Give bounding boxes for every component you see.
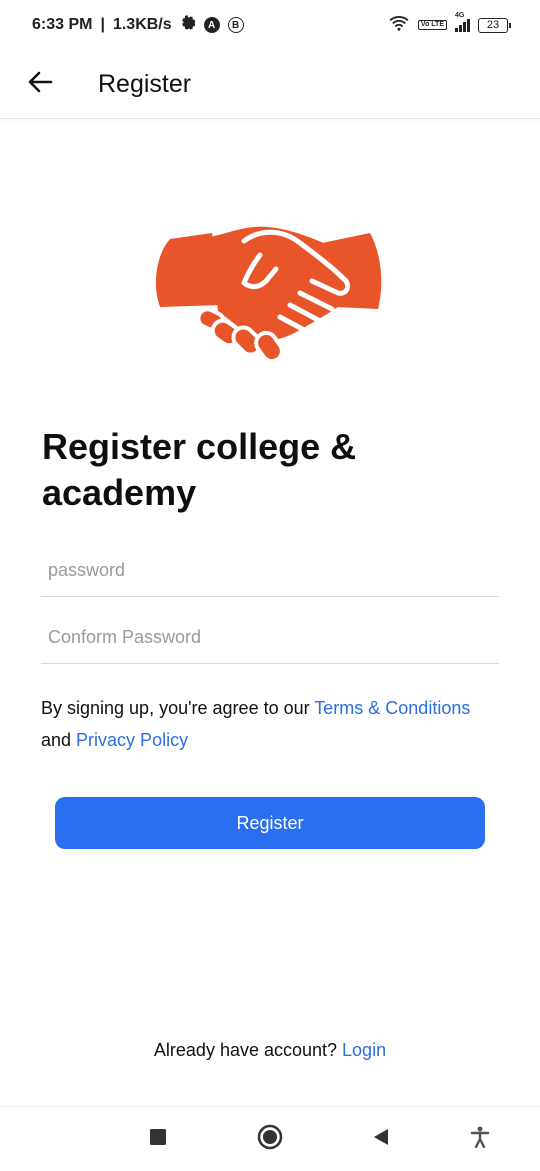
headline-line-1: Register college &	[42, 426, 357, 467]
login-prompt: Already have account?	[153, 1040, 343, 1060]
register-button[interactable]: Register	[55, 797, 485, 849]
password-field[interactable]	[41, 545, 499, 596]
arrow-left-icon	[27, 70, 53, 99]
wifi-icon	[388, 15, 410, 36]
status-bar: 6:33 PM | 1.3KB/s A B Vo LTE 4G 23	[0, 0, 540, 50]
app-bar: Register	[0, 50, 540, 119]
page-title: Register	[98, 69, 192, 98]
headline: Register college & academy	[42, 424, 502, 516]
accessibility-button[interactable]	[465, 1124, 495, 1154]
headline-line-2: academy	[42, 472, 197, 513]
home-button[interactable]	[255, 1124, 285, 1154]
terms-and: and	[41, 730, 77, 750]
system-nav-bar	[0, 1106, 540, 1171]
app-b-icon: B	[227, 17, 244, 33]
back-nav-button[interactable]	[366, 1124, 396, 1154]
signal-icon: 4G	[455, 12, 470, 32]
network-speed: 1.3KB/s	[112, 16, 172, 33]
confirm-password-field[interactable]	[41, 612, 499, 663]
accessibility-icon	[470, 1126, 490, 1153]
login-row: Already have account? Login	[0, 1040, 540, 1061]
login-link[interactable]: Login	[342, 1040, 386, 1060]
signal-label: 4G	[455, 11, 465, 19]
status-right: Vo LTE 4G 23	[388, 12, 511, 36]
square-icon	[150, 1128, 166, 1150]
status-time: 6:33 PM	[32, 16, 93, 33]
app-a-icon: A	[203, 17, 220, 33]
status-divider: |	[100, 16, 105, 33]
terms-link[interactable]: Terms & Conditions	[314, 698, 470, 718]
volte-icon: Vo LTE	[417, 20, 447, 30]
battery-icon: 23	[478, 17, 511, 33]
gear-icon	[180, 14, 196, 36]
terms-text: By signing up, you're agree to our Terms…	[41, 692, 501, 756]
terms-prefix: By signing up, you're agree to our	[41, 698, 315, 718]
status-left: 6:33 PM | 1.3KB/s A B	[32, 14, 244, 36]
back-button[interactable]	[16, 60, 64, 108]
password-field-wrapper	[41, 545, 499, 597]
privacy-link[interactable]: Privacy Policy	[76, 730, 188, 750]
confirm-password-field-wrapper	[41, 612, 499, 664]
handshake-icon	[150, 215, 385, 375]
triangle-back-icon	[372, 1128, 390, 1151]
circle-home-icon	[257, 1124, 283, 1155]
recents-button[interactable]	[143, 1124, 173, 1154]
